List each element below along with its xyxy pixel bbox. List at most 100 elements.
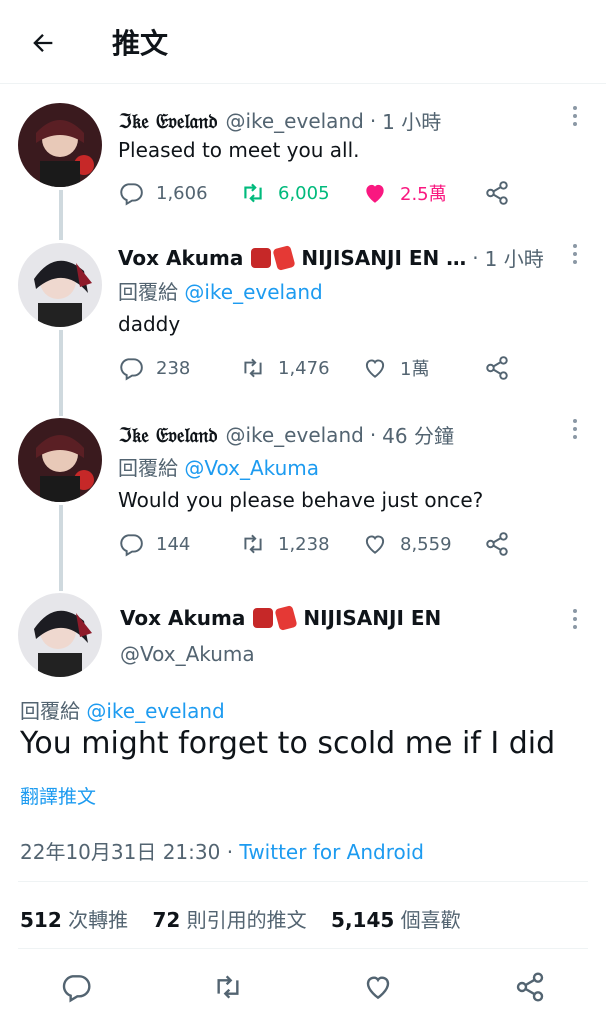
retweet-count: 1,238 [278,533,330,555]
display-name[interactable]: Vox Akuma [120,606,245,630]
reply-icon [120,534,143,557]
reply-button[interactable]: 1,606 [118,178,208,208]
avatar[interactable] [18,103,102,187]
reply-mention-link[interactable]: @ike_eveland [184,280,322,304]
separator-dot: · [226,840,240,864]
reply-count: 238 [156,357,191,379]
tweet-actions: 238 1,476 1萬 [118,353,538,383]
reply-prefix: 回覆給 [118,280,178,304]
reply-mention-link[interactable]: @Vox_Akuma [184,456,319,480]
share-icon [486,532,508,556]
retweet-button[interactable] [212,971,244,1003]
like-icon [365,535,385,554]
retweet-icon [244,534,262,554]
retweet-count: 6,005 [278,182,330,204]
reply-mention-link[interactable]: @ike_eveland [86,699,224,723]
like-icon [366,976,390,1000]
more-icon[interactable] [566,606,584,632]
reply-button[interactable] [60,971,92,1003]
tweet-actions: 1,606 6,005 2.5萬 [118,178,538,208]
reply-prefix: 回覆給 [118,456,178,480]
handle[interactable]: @ike_eveland [225,109,363,133]
translate-link[interactable]: 翻譯推文 [20,782,96,809]
reply-icon [62,975,91,1003]
divider [18,948,588,949]
retweet-count: 1,476 [278,357,330,379]
share-icon [516,972,544,1002]
like-button[interactable] [362,971,394,1003]
handle[interactable]: @ike_eveland [225,423,363,447]
reply-to-line: 回覆給 @ike_eveland [20,695,225,724]
tweet-text: Would you please behave just once? [118,488,484,512]
timestamp[interactable]: 46 分鐘 [382,420,454,449]
separator-dot: · [369,108,377,133]
reply-button[interactable]: 144 [118,529,190,559]
quotes-stat[interactable]: 72 則引用的推文 [152,908,306,932]
share-icon [486,181,508,205]
avatar[interactable] [18,418,102,502]
reply-to-line: 回覆給 @ike_eveland [118,276,323,305]
tweet-text: Pleased to meet you all. [118,138,360,162]
handle[interactable]: @Vox_Akuma [120,642,255,666]
reply-count: 1,606 [156,182,208,204]
like-button[interactable]: 2.5萬 [362,178,447,208]
display-name[interactable]: ℑ𝔨𝔢 𝔈𝔳𝔢𝔩𝔞𝔫𝔡 [118,423,217,447]
reply-prefix: 回覆給 [20,699,80,723]
share-button[interactable] [484,178,522,208]
timestamp[interactable]: 1 小時 [382,106,441,135]
timestamp[interactable]: 1 小時 [485,243,544,272]
oni-badge-icon [251,247,272,268]
oni-badge-icon [253,608,274,628]
share-icon [486,356,508,380]
display-name[interactable]: ℑ𝔨𝔢 𝔈𝔳𝔢𝔩𝔞𝔫𝔡 [118,109,217,133]
like-button[interactable]: 1萬 [362,353,429,383]
more-icon[interactable] [566,103,584,129]
tweet-meta: 22年10月31日 21:30 · Twitter for Android [20,836,424,865]
reply-icon [120,183,143,206]
like-count: 8,559 [400,533,452,555]
more-icon[interactable] [566,241,584,267]
reply-to-line: 回覆給 @Vox_Akuma [118,452,319,481]
like-button[interactable]: 8,559 [362,529,452,559]
back-button[interactable] [26,26,60,60]
thread-line [59,190,63,240]
tweet-stats: 512 次轉推 72 則引用的推文 5,145 個喜歡 [20,904,479,933]
thread-line [59,330,63,416]
avatar[interactable] [18,243,102,327]
like-icon [366,184,384,203]
separator-dot: · [472,245,479,270]
source-link[interactable]: Twitter for Android [239,840,424,864]
avatar[interactable] [18,593,102,677]
tweet-text: You might forget to scold me if I did [20,726,556,761]
retweet-button[interactable]: 1,238 [240,529,330,559]
retweet-button[interactable]: 6,005 [240,178,330,208]
divider [18,881,588,882]
display-name[interactable]: Vox Akuma [118,246,243,270]
tweet-text: daddy [118,312,181,336]
display-name-suffix[interactable]: NIJISANJI EN [303,606,441,630]
retweet-icon [244,358,262,378]
share-button[interactable] [484,353,522,383]
tweet-actions: 144 1,238 8,559 [118,529,538,559]
red-envelope-icon [272,244,296,271]
like-count: 2.5萬 [400,184,447,205]
main-tweet-actions [0,965,606,1009]
retweets-stat[interactable]: 512 次轉推 [20,908,128,932]
top-bar: 推文 [0,0,606,84]
reply-count: 144 [156,533,191,555]
thread-line [59,505,63,591]
retweet-button[interactable]: 1,476 [240,353,330,383]
display-name-suffix[interactable]: NIJISANJI EN … [301,246,466,270]
reply-button[interactable]: 238 [118,353,190,383]
retweet-icon [244,183,262,203]
more-icon[interactable] [566,416,584,442]
retweet-icon [217,975,239,999]
red-envelope-icon [274,605,298,631]
tweet-date: 22年10月31日 21:30 [20,840,221,864]
likes-stat[interactable]: 5,145 個喜歡 [331,908,461,932]
share-button[interactable] [484,529,522,559]
like-count: 1萬 [400,359,430,380]
reply-icon [120,358,143,381]
back-arrow-icon [33,34,53,52]
share-button[interactable] [514,971,546,1003]
